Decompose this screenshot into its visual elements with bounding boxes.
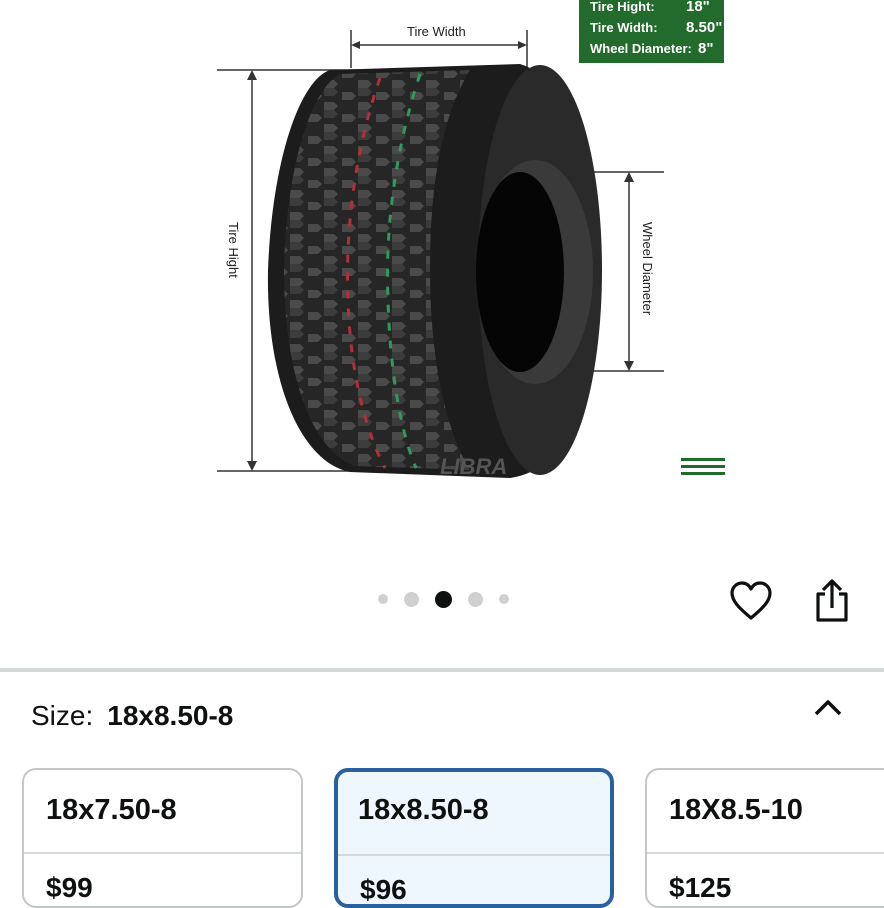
gallery-dot[interactable] xyxy=(499,594,509,604)
size-option-price: $96 xyxy=(360,874,407,905)
size-option-name: 18x8.50-8 xyxy=(358,794,489,826)
tire-height-label: Tire Hight: xyxy=(590,0,655,14)
heart-icon xyxy=(730,581,772,620)
gallery-dot[interactable] xyxy=(404,591,419,607)
tire-spec-box: Tire Hight: 18" Tire Width: 8.50" Wheel Di… xyxy=(579,0,724,63)
hamburger-menu-icon xyxy=(681,458,725,480)
option-divider xyxy=(647,852,884,854)
wheel-diameter-label: Wheel Diameter: xyxy=(590,41,692,56)
tire-product-image: LIBRA xyxy=(217,30,664,479)
wheel-diameter-dimension-label: Wheel Diameter xyxy=(640,222,655,316)
size-option-18x8.50-8[interactable]: 18x8.50-8 $96 xyxy=(334,768,614,908)
size-option-price: $99 xyxy=(46,872,93,903)
share-button[interactable] xyxy=(812,578,852,624)
favorite-button[interactable] xyxy=(729,580,773,624)
gallery-dot[interactable] xyxy=(468,591,483,607)
share-icon xyxy=(816,579,848,622)
option-divider xyxy=(24,852,301,854)
watermark-text: LIBRA xyxy=(440,454,507,479)
size-option-name: 18X8.5-10 xyxy=(669,794,803,826)
gallery-dot[interactable] xyxy=(378,594,388,604)
chevron-up-icon[interactable] xyxy=(812,696,844,720)
option-divider xyxy=(338,854,610,856)
gallery-dot-active[interactable] xyxy=(435,590,452,608)
wheel-diameter-value: 8" xyxy=(698,40,714,57)
tire-width-value: 8.50" xyxy=(686,19,723,36)
size-selected-value: 18x8.50-8 xyxy=(107,700,234,731)
size-option-name: 18x7.50-8 xyxy=(46,794,177,826)
size-selector-header[interactable]: Size: 18x8.50-8 xyxy=(31,700,233,732)
size-option-18X8.5-10[interactable]: 18X8.5-10 $125 xyxy=(645,768,884,908)
tire-width-label: Tire Width: xyxy=(590,20,658,35)
size-label: Size: xyxy=(31,700,94,731)
size-option-18x7.50-8[interactable]: 18x7.50-8 $99 xyxy=(22,768,303,908)
tire-height-value: 18" xyxy=(686,0,710,15)
tire-height-dimension-label: Tire Hight xyxy=(226,222,241,278)
tire-width-dimension-label: Tire Width xyxy=(407,24,466,39)
section-divider xyxy=(0,668,884,672)
product-image-gallery[interactable]: LIBRA Tire Hight: 18" Tire Width: 8.50" Wh… xyxy=(0,0,884,668)
size-option-price: $125 xyxy=(669,872,732,903)
gallery-pagination xyxy=(370,590,517,608)
